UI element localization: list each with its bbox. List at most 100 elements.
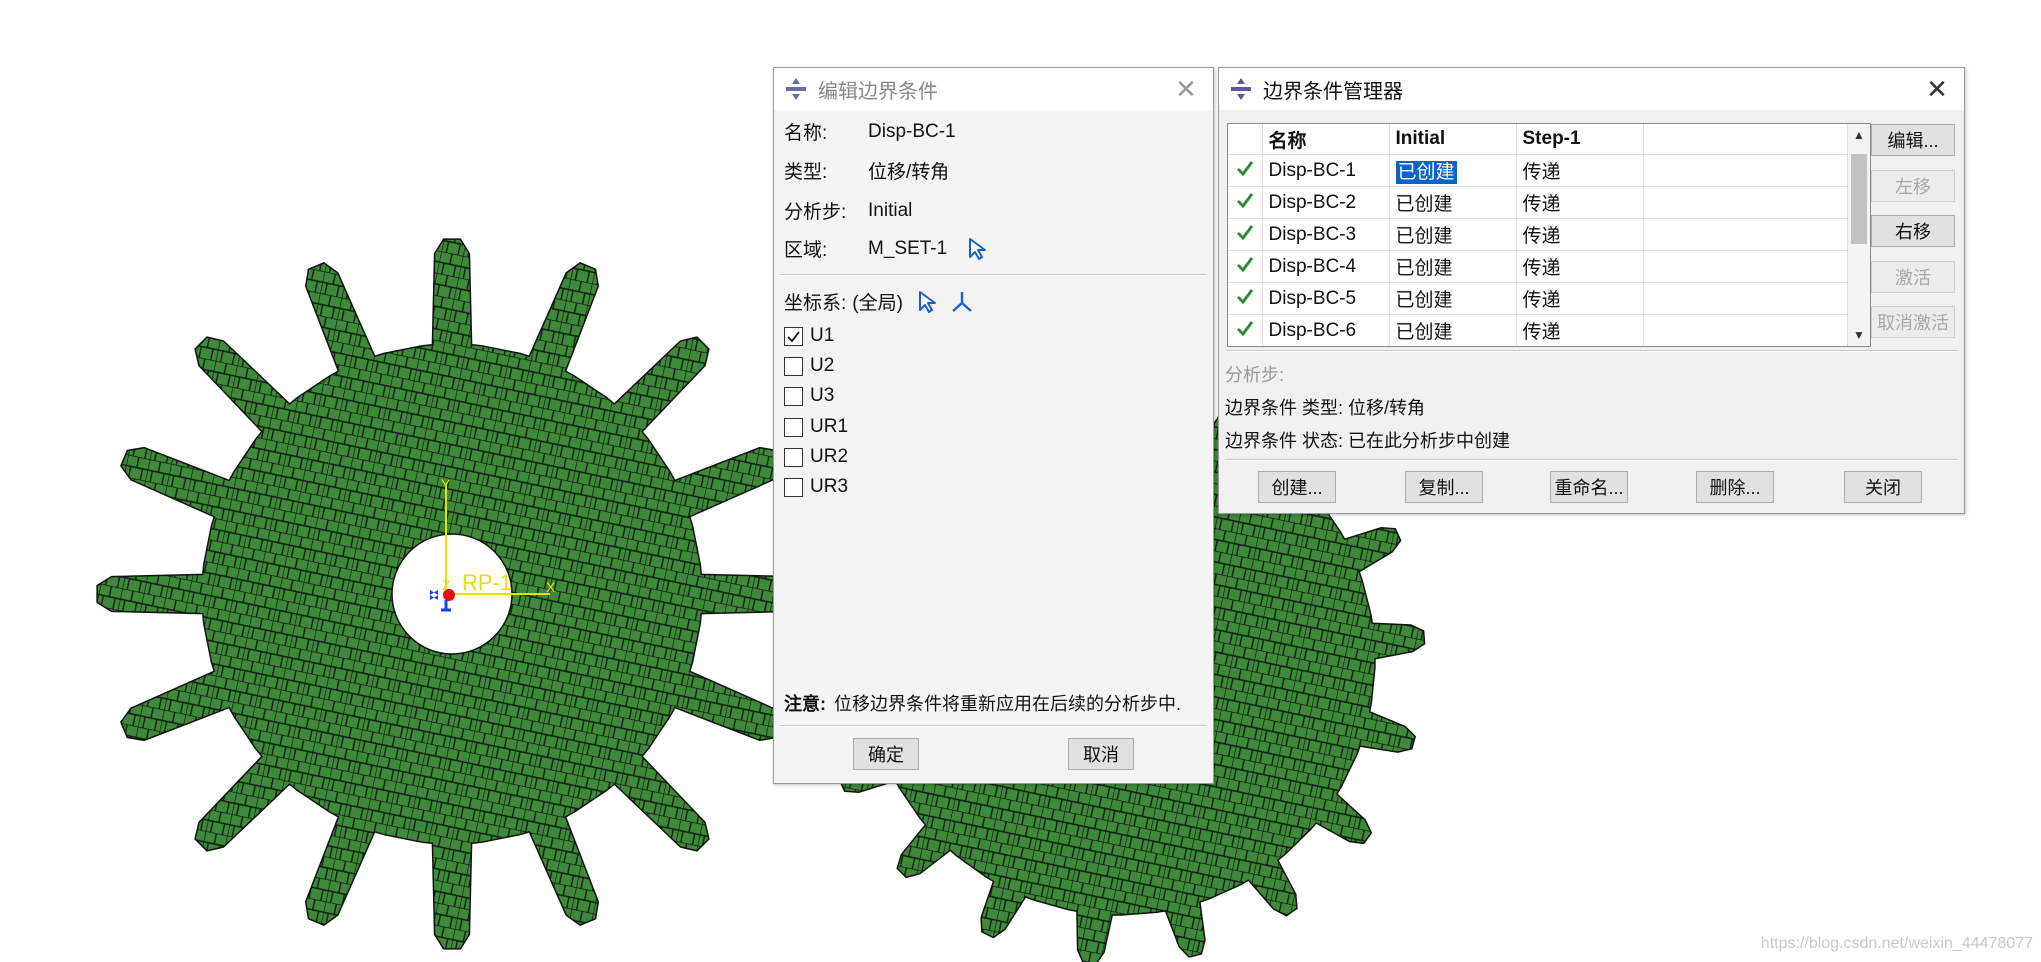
edit-boundary-condition-dialog: 编辑边界条件 ✕ 名称: Disp-BC-1 类型: 位移/转角 分析步: In… <box>773 67 1214 784</box>
csys-label: 坐标系: <box>784 293 847 314</box>
csys-value: (全局) <box>852 293 903 314</box>
bc-name-cell[interactable]: Disp-BC-5 <box>1262 282 1390 315</box>
table-row[interactable]: Disp-BC-5 已创建 传递 <box>1228 282 1849 315</box>
csys-triad-icon[interactable] <box>949 289 975 315</box>
bc-step1-cell[interactable]: 传递 <box>1516 314 1644 346</box>
bc-initial-cell[interactable]: 已创建 <box>1389 218 1517 251</box>
dof-label: UR3 <box>810 476 849 497</box>
region-label: 区域: <box>784 240 828 261</box>
dof-u3-checkbox[interactable]: U3 <box>784 385 834 407</box>
scroll-down-icon[interactable]: ▼ <box>1848 324 1870 346</box>
bc-initial-cell[interactable]: 已创建 <box>1389 154 1517 187</box>
close-icon[interactable]: ✕ <box>1171 74 1201 104</box>
empty-cell <box>1643 186 1849 219</box>
dof-label: U3 <box>810 385 835 406</box>
region-row: 区域: M_SET-1 <box>784 235 989 262</box>
manager-titlebar[interactable]: 边界条件管理器 ✕ <box>1219 68 1964 110</box>
column-header-name[interactable]: 名称 <box>1262 124 1390 155</box>
bc-initial-cell[interactable]: 已创建 <box>1389 314 1517 346</box>
select-csys-cursor-icon[interactable] <box>917 290 939 314</box>
name-row: 名称: Disp-BC-1 <box>784 118 956 145</box>
close-icon[interactable]: ✕ <box>1922 74 1952 104</box>
select-region-cursor-icon[interactable] <box>967 237 989 261</box>
dof-label: UR1 <box>810 416 849 437</box>
axis-x-label: X <box>546 579 556 595</box>
move-left-button[interactable]: 左移 <box>1871 170 1955 202</box>
table-scrollbar[interactable]: ▲ ▼ <box>1847 124 1870 346</box>
edit-button[interactable]: 编辑... <box>1871 124 1955 156</box>
csys-row: 坐标系: (全局) <box>784 288 975 315</box>
active-check-icon <box>1228 218 1263 251</box>
table-row[interactable]: Disp-BC-3 已创建 传递 <box>1228 218 1849 251</box>
type-value: 位移/转角 <box>868 162 950 183</box>
empty-cell <box>1643 154 1849 187</box>
table-row[interactable]: Disp-BC-1 已创建 传递 <box>1228 154 1849 187</box>
active-check-icon <box>1228 250 1263 283</box>
dof-label: UR2 <box>810 446 849 467</box>
bc-name-cell[interactable]: Disp-BC-3 <box>1262 218 1390 251</box>
step-label: 分析步: <box>784 202 847 223</box>
column-header-step1[interactable]: Step-1 <box>1516 124 1644 155</box>
manager-title: 边界条件管理器 <box>1263 80 1403 103</box>
dialog-divider <box>780 725 1207 727</box>
scrollbar-thumb[interactable] <box>1851 154 1867 244</box>
cancel-button[interactable]: 取消 <box>1068 738 1134 770</box>
dof-u2-checkbox[interactable]: U2 <box>784 355 834 377</box>
close-button[interactable]: 关闭 <box>1844 471 1922 503</box>
rename-button[interactable]: 重命名... <box>1550 471 1628 503</box>
bc-name-cell[interactable]: Disp-BC-1 <box>1262 154 1390 187</box>
watermark: https://blog.csdn.net/weixin_44478077 <box>1761 935 2033 952</box>
step-row: 分析步: Initial <box>784 197 912 224</box>
deactivate-button[interactable]: 取消激活 <box>1871 306 1955 338</box>
note-text: 位移边界条件将重新应用在后续的分析步中. <box>834 694 1181 714</box>
name-label: 名称: <box>784 123 828 144</box>
move-right-button[interactable]: 右移 <box>1871 215 1955 247</box>
empty-cell <box>1643 218 1849 251</box>
delete-button[interactable]: 删除... <box>1696 471 1774 503</box>
checkbox-unchecked[interactable] <box>784 477 803 497</box>
boundary-condition-manager: 边界条件管理器 ✕ 名称 Initial Step-1 Disp-BC-1 已创… <box>1218 67 1965 514</box>
bc-type-info: 边界条件 类型: 位移/转角 <box>1225 398 1426 418</box>
checkbox-unchecked[interactable] <box>784 417 803 437</box>
checkbox-unchecked[interactable] <box>784 356 803 376</box>
table-row[interactable]: Disp-BC-2 已创建 传递 <box>1228 186 1849 219</box>
bc-name-cell[interactable]: Disp-BC-6 <box>1262 314 1390 346</box>
bc-initial-cell[interactable]: 已创建 <box>1389 186 1517 219</box>
active-check-icon <box>1228 282 1263 315</box>
abaqus-app-icon <box>786 78 806 100</box>
create-button[interactable]: 创建... <box>1258 471 1336 503</box>
checkbox-checked[interactable] <box>784 326 803 346</box>
bc-step1-cell[interactable]: 传递 <box>1516 250 1644 283</box>
bc-step1-cell[interactable]: 传递 <box>1516 282 1644 315</box>
bc-step1-cell[interactable]: 传递 <box>1516 218 1644 251</box>
dof-u1-checkbox[interactable]: U1 <box>784 325 834 347</box>
bc-initial-cell[interactable]: 已创建 <box>1389 250 1517 283</box>
dialog-divider <box>780 274 1207 276</box>
dof-ur1-checkbox[interactable]: UR1 <box>784 416 848 438</box>
axis-y-label: Y <box>441 476 451 492</box>
dof-ur2-checkbox[interactable]: UR2 <box>784 446 848 468</box>
dof-ur3-checkbox[interactable]: UR3 <box>784 476 848 498</box>
bc-name-cell[interactable]: Disp-BC-4 <box>1262 250 1390 283</box>
bc-table[interactable]: 名称 Initial Step-1 Disp-BC-1 已创建 传递 Disp-… <box>1227 123 1871 347</box>
ok-button[interactable]: 确定 <box>853 738 919 770</box>
checkbox-unchecked[interactable] <box>784 386 803 406</box>
abaqus-app-icon <box>1231 78 1251 100</box>
checkbox-unchecked[interactable] <box>784 447 803 467</box>
table-row[interactable]: Disp-BC-6 已创建 传递 <box>1228 314 1849 346</box>
table-header-row: 名称 Initial Step-1 <box>1228 124 1849 155</box>
bc-name-cell[interactable]: Disp-BC-2 <box>1262 186 1390 219</box>
step-value: Initial <box>868 199 913 221</box>
copy-button[interactable]: 复制... <box>1405 471 1483 503</box>
bc-initial-cell[interactable]: 已创建 <box>1389 282 1517 315</box>
bc-step1-cell[interactable]: 传递 <box>1516 154 1644 187</box>
activate-button[interactable]: 激活 <box>1871 261 1955 293</box>
selected-cell-text: 已创建 <box>1394 160 1458 185</box>
type-row: 类型: 位移/转角 <box>784 157 949 184</box>
table-row[interactable]: Disp-BC-4 已创建 传递 <box>1228 250 1849 283</box>
column-header-initial[interactable]: Initial <box>1389 124 1517 155</box>
bc-step1-cell[interactable]: 传递 <box>1516 186 1644 219</box>
edit-dialog-titlebar[interactable]: 编辑边界条件 ✕ <box>774 68 1213 110</box>
scroll-up-icon[interactable]: ▲ <box>1848 124 1870 146</box>
rp-label: RP-1 <box>462 570 512 595</box>
